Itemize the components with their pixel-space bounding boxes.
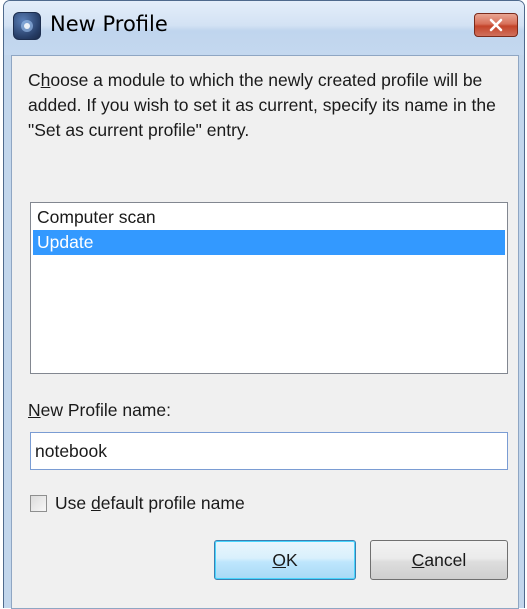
description-text: Choose a module to which the newly creat…: [28, 70, 496, 140]
default-name-checkbox-label[interactable]: Use default profile name: [55, 492, 245, 514]
default-name-checkbox[interactable]: [30, 495, 47, 512]
close-button[interactable]: [474, 13, 518, 37]
window-title: New Profile: [50, 12, 168, 36]
list-item-computer-scan[interactable]: Computer scan: [33, 205, 505, 230]
app-shield-icon: [13, 12, 41, 40]
new-profile-dialog: New Profile Choose a module to which the…: [3, 0, 525, 609]
dialog-body: Choose a module to which the newly creat…: [11, 55, 519, 609]
close-icon: [489, 18, 503, 32]
list-item-update[interactable]: Update: [33, 230, 505, 255]
profile-name-input[interactable]: notebook: [30, 432, 508, 470]
cancel-button[interactable]: Cancel: [370, 540, 508, 580]
title-bar[interactable]: New Profile: [4, 1, 524, 55]
module-listbox[interactable]: Computer scan Update: [30, 202, 508, 374]
ok-button[interactable]: OK: [214, 540, 356, 580]
profile-name-label: New Profile name:: [28, 400, 171, 420]
